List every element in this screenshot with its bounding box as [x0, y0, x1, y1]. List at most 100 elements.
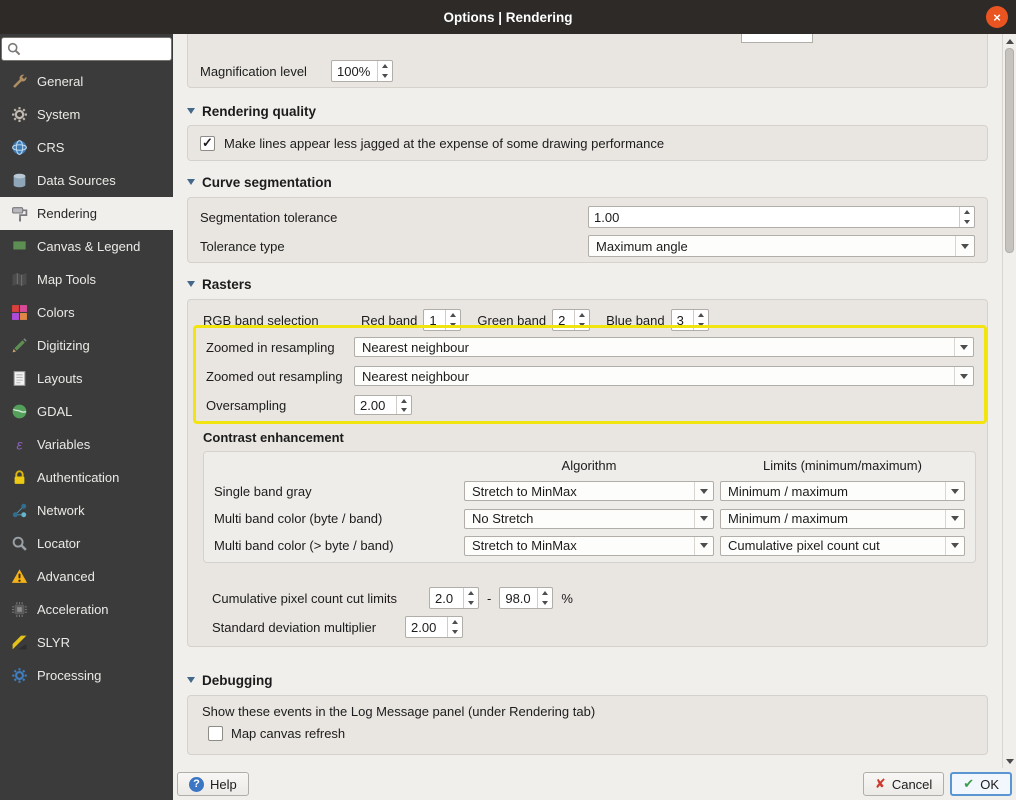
- spinner-buttons[interactable]: [537, 588, 552, 608]
- single-band-gray-label: Single band gray: [214, 483, 312, 499]
- cancel-button-label: Cancel: [891, 776, 933, 792]
- sidebar-item-rendering[interactable]: Rendering: [0, 197, 173, 230]
- magnification-spinbox[interactable]: 100%: [331, 60, 393, 82]
- sidebar-item-processing[interactable]: Processing: [0, 659, 173, 692]
- slyr-icon: [10, 634, 28, 652]
- cumulative-max-spinbox[interactable]: 98.0: [499, 587, 554, 609]
- segmentation-tolerance-spinbox[interactable]: 1.00: [588, 206, 975, 228]
- map-canvas-refresh-row: Map canvas refresh: [208, 726, 973, 741]
- close-button[interactable]: ×: [986, 6, 1008, 28]
- section-rendering-quality[interactable]: Rendering quality: [187, 102, 316, 120]
- sidebar-item-label: Canvas & Legend: [37, 239, 141, 254]
- cumulative-min-spinbox[interactable]: 2.0: [429, 587, 479, 609]
- search-input[interactable]: [1, 37, 172, 61]
- section-title: Debugging: [202, 672, 273, 688]
- sidebar-item-layouts[interactable]: Layouts: [0, 362, 173, 395]
- multi-band-gt-byte-limits-dropdown[interactable]: Cumulative pixel count cut: [720, 535, 965, 556]
- cancel-x-icon: ✘: [874, 776, 886, 791]
- sidebar-item-advanced[interactable]: Advanced: [0, 560, 173, 593]
- ok-check-icon: ✔: [963, 776, 975, 791]
- segmentation-tolerance-label: Segmentation tolerance: [200, 209, 338, 225]
- scroll-up-arrow-icon[interactable]: [1003, 35, 1016, 47]
- curve-segmentation-group: Segmentation tolerance 1.00 Tolerance ty…: [187, 197, 988, 263]
- range-separator: -: [487, 590, 492, 606]
- sidebar-item-authentication[interactable]: Authentication: [0, 461, 173, 494]
- multi-band-byte-limits-dropdown[interactable]: Minimum / maximum: [720, 508, 965, 529]
- spinner-buttons[interactable]: [377, 61, 392, 81]
- scroll-down-arrow-icon[interactable]: [1003, 755, 1016, 767]
- zoomed-in-resampling-dropdown[interactable]: Nearest neighbour: [354, 337, 974, 357]
- sidebar-item-label: Rendering: [37, 206, 97, 221]
- spinner-buttons[interactable]: [447, 617, 462, 637]
- spinner-buttons[interactable]: [396, 396, 411, 414]
- zoomed-out-resampling-label: Zoomed out resampling: [206, 368, 343, 384]
- sidebar-item-variables[interactable]: ε Variables: [0, 428, 173, 461]
- multi-band-gt-byte-algorithm-dropdown[interactable]: Stretch to MinMax: [464, 535, 714, 556]
- ok-button-label: OK: [980, 776, 999, 792]
- sidebar-item-general[interactable]: General: [0, 65, 173, 98]
- sidebar: General System CRS Data Sources Renderin…: [0, 34, 173, 800]
- single-band-gray-algorithm-dropdown[interactable]: Stretch to MinMax: [464, 481, 714, 502]
- database-icon: [10, 172, 28, 190]
- sidebar-item-map-tools[interactable]: Map Tools: [0, 263, 173, 296]
- sidebar-item-digitizing[interactable]: Digitizing: [0, 329, 173, 362]
- stddev-multiplier-spinbox[interactable]: 2.00: [405, 616, 463, 638]
- zoomed-out-resampling-row: Zoomed out resampling Nearest neighbour: [206, 366, 974, 386]
- sidebar-item-network[interactable]: Network: [0, 494, 173, 527]
- sidebar-item-locator[interactable]: Locator: [0, 527, 173, 560]
- wrench-icon: [10, 73, 28, 91]
- gdal-globe-icon: [10, 403, 28, 421]
- globe-icon: [10, 139, 28, 157]
- map-canvas-refresh-checkbox[interactable]: [208, 726, 223, 741]
- vertical-scrollbar[interactable]: [1002, 34, 1016, 768]
- tolerance-type-dropdown[interactable]: Maximum angle: [588, 235, 975, 257]
- partial-spinbox[interactable]: [741, 34, 813, 43]
- magnification-group: Magnification level 100%: [187, 34, 988, 88]
- antialias-checkbox[interactable]: [200, 135, 215, 151]
- section-curve-segmentation[interactable]: Curve segmentation: [187, 173, 332, 191]
- multi-band-byte-algorithm-dropdown[interactable]: No Stretch: [464, 508, 714, 529]
- section-debugging[interactable]: Debugging: [187, 671, 273, 689]
- sidebar-item-label: Authentication: [37, 470, 120, 485]
- section-title: Rendering quality: [202, 103, 317, 119]
- chevron-down-icon: [954, 338, 973, 356]
- oversampling-spinbox[interactable]: 2.00: [354, 395, 412, 415]
- chevron-down-icon: [945, 482, 964, 501]
- svg-text:ε: ε: [16, 436, 23, 452]
- zoomed-out-resampling-dropdown[interactable]: Nearest neighbour: [354, 366, 974, 386]
- sidebar-item-canvas-legend[interactable]: Canvas & Legend: [0, 230, 173, 263]
- sidebar-item-slyr[interactable]: SLYR: [0, 626, 173, 659]
- section-rasters[interactable]: Rasters: [187, 275, 252, 293]
- zoomed-in-resampling-label: Zoomed in resampling: [206, 339, 335, 355]
- multi-band-byte-label: Multi band color (byte / band): [214, 511, 383, 527]
- contrast-enhancement-title: Contrast enhancement: [203, 430, 344, 445]
- chevron-down-icon: [955, 236, 974, 256]
- search-wrap: [1, 37, 172, 61]
- sidebar-item-label: System: [37, 107, 81, 122]
- sidebar-item-data-sources[interactable]: Data Sources: [0, 164, 173, 197]
- scrollbar-thumb[interactable]: [1005, 48, 1014, 253]
- oversampling-label: Oversampling: [206, 397, 287, 413]
- ok-button[interactable]: ✔ OK: [950, 772, 1012, 796]
- segmentation-tolerance-row: Segmentation tolerance 1.00: [200, 206, 975, 228]
- gear-blue-icon: [10, 667, 28, 685]
- gears-icon: [10, 106, 28, 124]
- sidebar-item-colors[interactable]: Colors: [0, 296, 173, 329]
- sidebar-item-label: Network: [37, 503, 85, 518]
- spinner-buttons[interactable]: [959, 207, 974, 227]
- page-icon: [10, 370, 28, 388]
- sidebar-item-system[interactable]: System: [0, 98, 173, 131]
- tolerance-type-row: Tolerance type Maximum angle: [200, 235, 975, 257]
- sidebar-item-label: GDAL: [37, 404, 73, 419]
- sidebar-item-crs[interactable]: CRS: [0, 131, 173, 164]
- sidebar-item-label: SLYR: [37, 635, 70, 650]
- cancel-button[interactable]: ✘ Cancel: [862, 772, 945, 796]
- help-button[interactable]: ? Help: [177, 772, 249, 796]
- resampling-highlight-box: Zoomed in resampling Nearest neighbour Z…: [193, 325, 987, 424]
- rendering-quality-group: Make lines appear less jagged at the exp…: [187, 125, 988, 161]
- spinner-buttons[interactable]: [463, 588, 478, 608]
- sidebar-item-gdal[interactable]: GDAL: [0, 395, 173, 428]
- single-band-gray-limits-dropdown[interactable]: Minimum / maximum: [720, 481, 965, 502]
- collapse-arrow-icon: [187, 677, 195, 683]
- sidebar-item-acceleration[interactable]: Acceleration: [0, 593, 173, 626]
